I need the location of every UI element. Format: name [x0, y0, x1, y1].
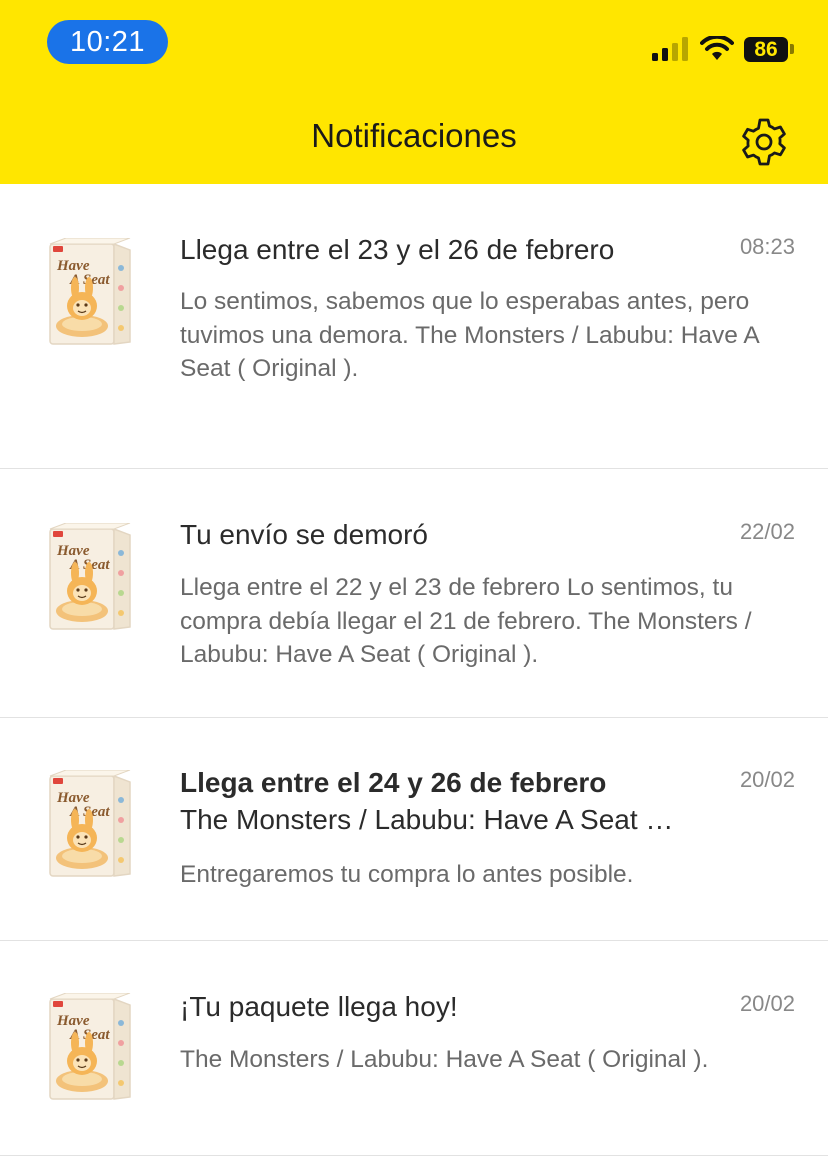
- notification-list: Llega entre el 23 y el 26 de febrero 08:…: [0, 184, 828, 1156]
- product-box-thumbnail: [48, 770, 132, 878]
- notification-subtitle: The Monsters / Labubu: Have A Seat ( Ori…: [180, 804, 680, 835]
- gear-icon: [738, 118, 790, 172]
- status-time[interactable]: 10:21: [47, 20, 168, 64]
- settings-button[interactable]: [738, 116, 790, 168]
- wifi-icon: [700, 36, 734, 62]
- notification-item[interactable]: Tu envío se demoró 22/02 Llega entre el …: [0, 469, 828, 718]
- app-header: 10:21 86 Notificaciones: [0, 0, 828, 184]
- cellular-signal-icon: [652, 37, 690, 61]
- notification-time: 22/02: [739, 519, 795, 544]
- notification-time: 08:23: [739, 234, 795, 259]
- notification-time: 20/02: [739, 991, 795, 1016]
- notification-item[interactable]: ¡Tu paquete llega hoy! 20/02 The Monster…: [0, 941, 828, 1156]
- product-box-thumbnail: [48, 523, 132, 631]
- notification-time: 20/02: [739, 767, 795, 792]
- notification-item[interactable]: Llega entre el 24 y 26 de febrero The Mo…: [0, 718, 828, 941]
- status-icons: 86: [652, 32, 794, 66]
- page-title: Notificaciones: [311, 117, 517, 154]
- notification-item[interactable]: Llega entre el 23 y el 26 de febrero 08:…: [0, 184, 828, 469]
- battery-indicator: 86: [744, 36, 788, 62]
- notification-body: Lo sentimos, sabemos que lo esperabas an…: [180, 288, 759, 382]
- battery-tip: [790, 44, 794, 54]
- notification-body: Entregaremos tu compra lo antes posible.: [180, 861, 634, 888]
- notification-title: ¡Tu paquete llega hoy!: [180, 991, 458, 1022]
- product-box-thumbnail: [48, 993, 132, 1101]
- notification-title: Tu envío se demoró: [180, 519, 428, 550]
- notification-title: Llega entre el 23 y el 26 de febrero: [180, 234, 615, 265]
- notification-body: The Monsters / Labubu: Have A Seat ( Ori…: [180, 1046, 709, 1073]
- notification-title: Llega entre el 24 y 26 de febrero: [180, 767, 607, 798]
- notification-body: Llega entre el 22 y el 23 de febrero Lo …: [180, 574, 752, 668]
- product-box-thumbnail: [48, 238, 132, 346]
